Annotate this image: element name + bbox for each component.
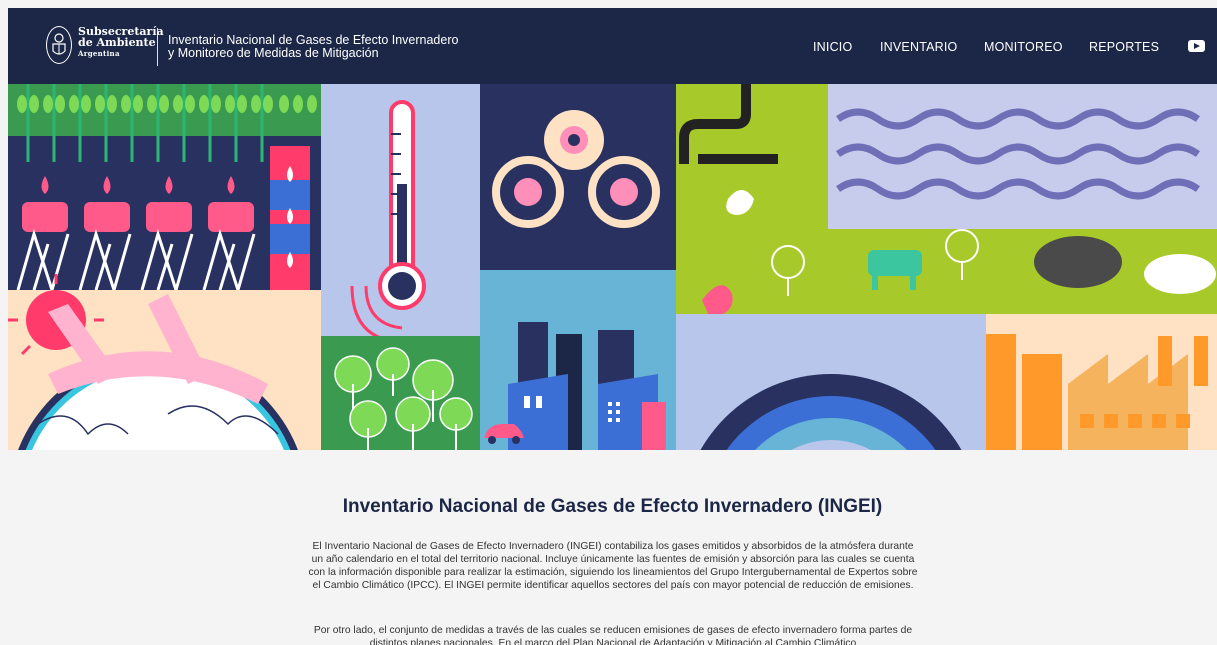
site-header: Subsecretaría de Ambiente Argentina Inve… [8, 8, 1217, 84]
intro-paragraph-2: Por otro lado, el conjunto de medidas a … [313, 625, 913, 645]
page-title: Inventario Nacional de Gases de Efecto I… [342, 496, 883, 517]
site-title[interactable]: Inventario Nacional de Gases de Efecto I… [168, 34, 458, 60]
forest-panel [321, 336, 480, 450]
page-frame: Subsecretaría de Ambiente Argentina Inve… [8, 8, 1217, 645]
agriculture-panel [8, 84, 321, 291]
factory-panel [986, 314, 1217, 450]
gears-panel [480, 84, 676, 270]
ministry-logo[interactable]: Subsecretaría de Ambiente Argentina [46, 24, 164, 68]
hero-banner [8, 84, 1217, 450]
city-panel [480, 270, 676, 450]
site-title-line-2: y Monitoreo de Medidas de Mitigación [168, 46, 379, 60]
brand-line-2: de Ambiente [78, 36, 156, 49]
sun-globe-panel [8, 274, 321, 450]
youtube-icon[interactable] [1188, 40, 1205, 52]
nav-item-monitoreo[interactable]: MONITOREO [984, 40, 1063, 54]
rainbow-panel [676, 314, 986, 450]
thermometer-panel [321, 84, 480, 344]
nav-item-reportes[interactable]: REPORTES [1089, 40, 1159, 54]
climate-collage-illustration [8, 84, 1217, 450]
intro-paragraph-1: El Inventario Nacional de Gases de Efect… [308, 541, 918, 591]
livestock-panel [676, 84, 1217, 318]
header-divider [157, 28, 158, 66]
brand-line-3: Argentina [78, 49, 120, 58]
intro-section: Inventario Nacional de Gases de Efecto I… [8, 450, 1217, 645]
nav-item-inventario[interactable]: INVENTARIO [880, 40, 957, 54]
nav-item-inicio[interactable]: INICIO [813, 40, 852, 54]
coat-of-arms-icon [46, 26, 72, 64]
